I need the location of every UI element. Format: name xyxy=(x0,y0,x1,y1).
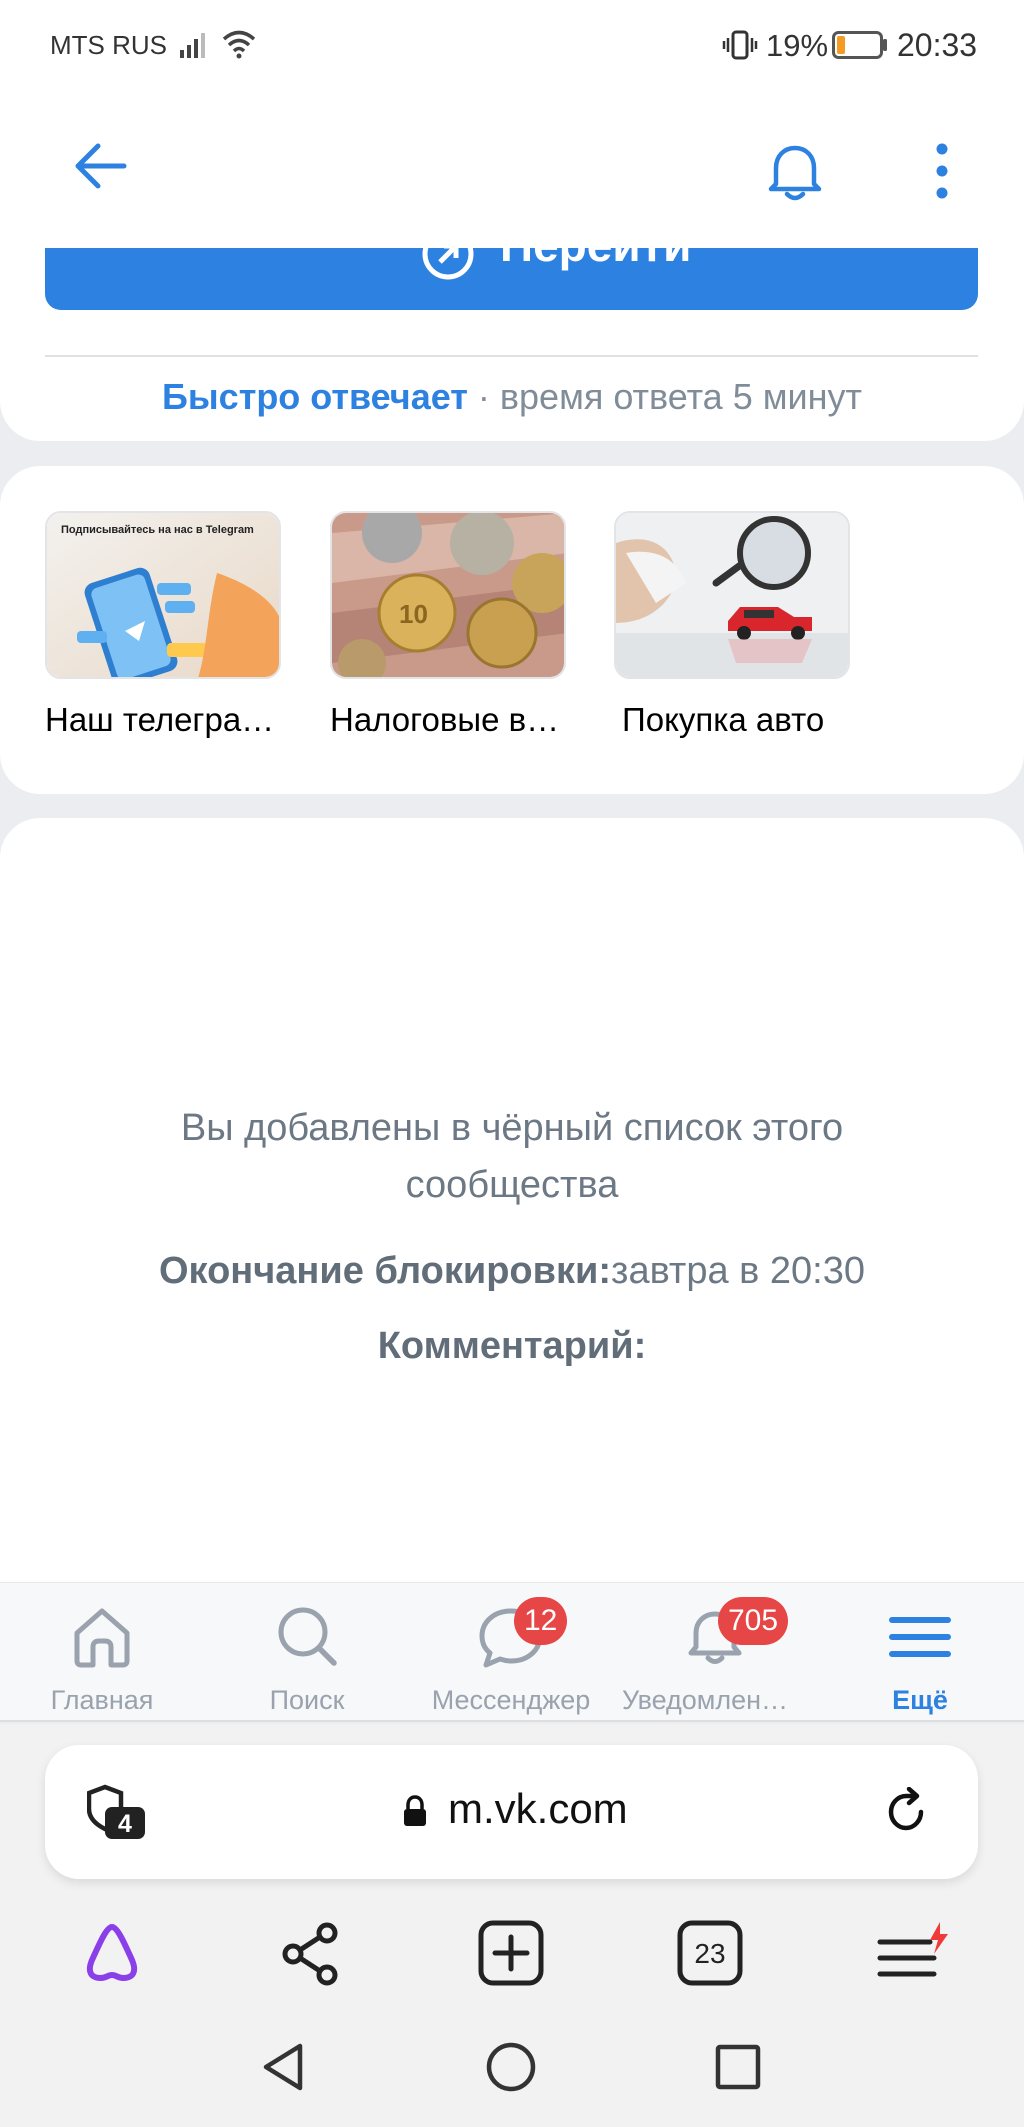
bottom-tab-bar: Главная Поиск 12 Мессенджер 705 Уведомле… xyxy=(0,1582,1024,1722)
tab-notifications[interactable]: 705 Уведомлен… xyxy=(620,1597,810,1717)
tab-more[interactable]: Ещё xyxy=(825,1597,1015,1717)
shield-icon: 4 xyxy=(87,1784,145,1839)
article-thumbnail: Подписывайтесь на нас в Telegram xyxy=(45,511,281,679)
wifi-icon xyxy=(222,28,256,60)
unread-badge: 12 xyxy=(514,1597,568,1645)
menu-icon xyxy=(885,1603,955,1669)
plus-square-icon xyxy=(478,1920,544,1986)
battery-icon xyxy=(832,31,888,59)
alice-button[interactable] xyxy=(79,1920,145,1986)
tab-label: Уведомлен… xyxy=(621,1685,789,1715)
share-button[interactable] xyxy=(278,1920,344,1986)
reload-icon xyxy=(888,1787,924,1831)
clock: 20:33 xyxy=(897,27,978,63)
shield-count: 4 xyxy=(118,1810,132,1838)
reply-time-label: · время ответа 5 минут xyxy=(477,376,862,417)
tabs-count-icon: 23 xyxy=(677,1920,743,1986)
home-icon xyxy=(67,1603,137,1669)
share-icon xyxy=(282,1922,338,1986)
browser-toolbar: 23 xyxy=(0,1920,1024,2000)
vibrate-icon xyxy=(722,30,758,60)
notifications-button[interactable] xyxy=(762,138,828,204)
block-end-value: завтра в 20:30 xyxy=(611,1250,865,1292)
menu-lightning-icon xyxy=(877,1922,948,1977)
thumb-caption: Подписывайтесь на нас в Telegram xyxy=(61,524,254,536)
new-tab-button[interactable] xyxy=(478,1920,544,1986)
nav-home-button[interactable] xyxy=(484,2040,538,2094)
browser-menu-button[interactable] xyxy=(876,1920,952,1986)
tabs-count: 23 xyxy=(694,1938,725,1969)
address-bar[interactable]: 4 m.vk.com xyxy=(45,1745,978,1879)
dots-vertical-icon xyxy=(936,143,948,199)
article-title: Налоговые в… xyxy=(330,701,560,738)
svg-text:10: 10 xyxy=(399,599,428,629)
bell-icon xyxy=(768,145,822,201)
blacklist-message-line: сообщества xyxy=(405,1164,619,1206)
blacklist-message: Вы добавлены в чёрный список этого сообщ… xyxy=(0,1100,1024,1214)
arrow-left-icon xyxy=(75,143,127,189)
triangle-back-icon xyxy=(263,2043,303,2091)
battery-percent: 19% xyxy=(766,28,829,63)
articles-card: Подписывайтесь на нас в Telegram Наш тел… xyxy=(0,466,1024,794)
more-options-button[interactable] xyxy=(930,142,954,200)
tab-label: Ещё xyxy=(892,1685,948,1715)
community-action-card: Перейти Быстро отвечает · время ответа 5… xyxy=(0,248,1024,441)
square-recents-icon xyxy=(715,2044,761,2090)
nav-recents-button[interactable] xyxy=(713,2040,763,2094)
tab-label: Главная xyxy=(50,1685,154,1715)
block-comment-label: Комментарий: xyxy=(377,1325,647,1367)
go-button[interactable]: Перейти xyxy=(45,248,978,310)
nav-back-button[interactable] xyxy=(260,2040,308,2094)
app-bar xyxy=(0,90,1024,248)
url-text[interactable]: m.vk.com xyxy=(448,1785,628,1833)
tab-home[interactable]: Главная xyxy=(7,1597,197,1717)
divider xyxy=(45,355,978,357)
external-link-icon xyxy=(420,248,476,282)
alice-assistant-icon xyxy=(86,1924,138,1981)
block-end-label: Окончание блокировки: xyxy=(159,1250,612,1292)
circle-home-icon xyxy=(486,2042,536,2092)
block-end-info: Окончание блокировки:завтра в 20:30 xyxy=(0,1250,1024,1293)
article-item[interactable]: Подписывайтесь на нас в Telegram Наш тел… xyxy=(45,511,281,739)
reload-button[interactable] xyxy=(881,1787,931,1837)
blacklist-message-line: Вы добавлены в чёрный список этого xyxy=(180,1107,844,1149)
tabs-button[interactable]: 23 xyxy=(677,1920,743,1986)
tab-messenger[interactable]: 12 Мессенджер xyxy=(416,1597,606,1717)
article-item[interactable]: Покупка авто xyxy=(614,511,850,739)
tab-search[interactable]: Поиск xyxy=(212,1597,402,1717)
tab-label: Поиск xyxy=(269,1685,345,1715)
unread-badge: 705 xyxy=(718,1597,789,1645)
reply-time-info: Быстро отвечает · время ответа 5 минут xyxy=(0,376,1024,418)
status-bar: MTS RUS 19% 20:33 xyxy=(0,0,1024,90)
article-title: Покупка авто xyxy=(622,701,825,738)
fast-reply-label: Быстро отвечает xyxy=(162,376,468,417)
article-item[interactable]: 10 Налоговые в… xyxy=(330,511,566,739)
article-thumbnail xyxy=(614,511,850,679)
system-nav-bar xyxy=(0,2040,1024,2127)
blacklist-card: Вы добавлены в чёрный список этого сообщ… xyxy=(0,818,1024,1600)
carrier-name: MTS RUS xyxy=(50,30,167,60)
article-title: Наш телегра… xyxy=(45,701,275,738)
back-button[interactable] xyxy=(72,142,128,190)
lock-icon xyxy=(402,1795,428,1827)
protection-shield-button[interactable]: 4 xyxy=(87,1783,149,1841)
article-thumbnail: 10 xyxy=(330,511,566,679)
signal-icon xyxy=(180,30,210,58)
search-icon xyxy=(272,1603,342,1669)
tab-label: Мессенджер xyxy=(431,1685,591,1715)
go-button-label: Перейти xyxy=(500,248,691,272)
